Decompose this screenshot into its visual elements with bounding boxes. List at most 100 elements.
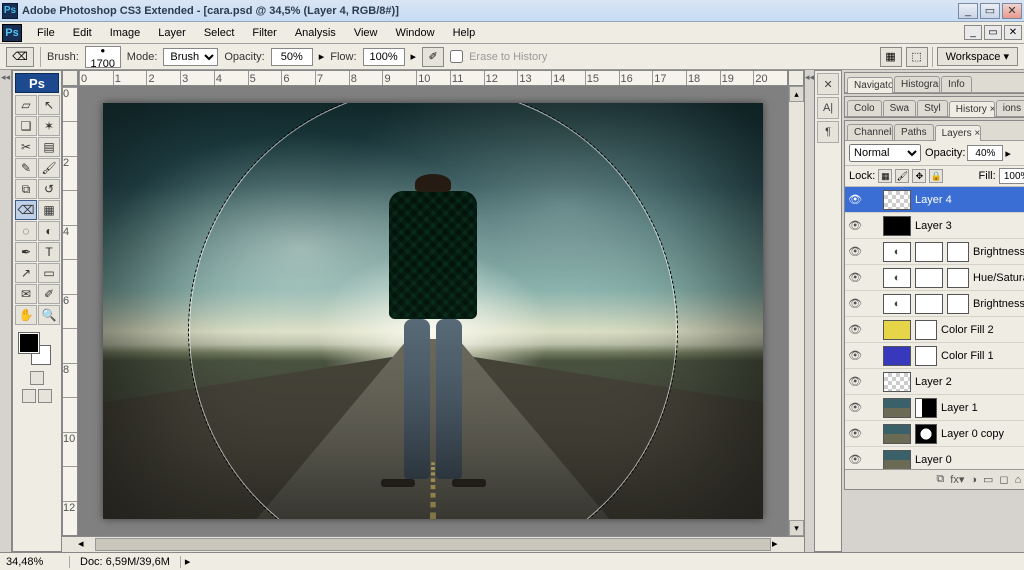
marquee-tool[interactable]: ↖ (38, 95, 60, 115)
quickselect-tool[interactable]: ✶ (38, 116, 60, 136)
screenmode-icon[interactable] (22, 389, 36, 403)
tab-actions[interactable]: ions (996, 100, 1024, 116)
status-menu-icon[interactable]: ▸ (181, 555, 195, 568)
layer-row[interactable]: 👁◐Hue/Saturati... (845, 265, 1024, 291)
menu-image[interactable]: Image (101, 24, 150, 42)
canvas-viewport[interactable] (78, 86, 788, 536)
layer-footer-icon[interactable]: ⧉ (936, 473, 944, 486)
ruler-origin[interactable] (62, 70, 78, 86)
doc-restore-button[interactable]: ▭ (984, 25, 1002, 40)
quickmask-icon[interactable] (30, 371, 44, 385)
visibility-icon[interactable]: 👁 (847, 270, 863, 286)
history-sideicon[interactable]: ✕ (817, 73, 839, 95)
layer-row[interactable]: 👁 Layer 2 (845, 369, 1024, 395)
lock-position-icon[interactable]: ✥ (912, 169, 926, 183)
erase-history-checkbox[interactable] (450, 50, 463, 63)
layer-row[interactable]: 👁 Color Fill 2 (845, 317, 1024, 343)
layer-footer-icon[interactable]: fx▾ (950, 473, 964, 486)
type-tool[interactable]: T (38, 242, 60, 262)
move-tool[interactable]: ▱ (15, 95, 37, 115)
layer-row[interactable]: 👁Color Fill 1 (845, 343, 1024, 369)
visibility-icon[interactable]: 👁 (847, 244, 863, 260)
eyedropper-tool[interactable]: ✐ (38, 284, 60, 304)
layer-footer-icon[interactable]: ◑ (970, 474, 977, 486)
brush-preset-picker[interactable]: • 1700 (85, 46, 121, 68)
tab-swatches[interactable]: Swa (883, 100, 916, 116)
paragraph-sideicon[interactable]: ¶ (817, 121, 839, 143)
screenmode2-icon[interactable] (38, 389, 52, 403)
visibility-icon[interactable]: 👁 (847, 348, 863, 364)
path-tool[interactable]: ↗ (15, 263, 37, 283)
layer-name[interactable]: Layer 4 (915, 194, 1024, 206)
visibility-icon[interactable]: 👁 (847, 452, 863, 468)
layer-row[interactable]: 👁 Layer 1 (845, 395, 1024, 421)
layer-name[interactable]: Layer 2 (915, 376, 1024, 388)
stamp-tool[interactable]: ⧉ (15, 179, 37, 199)
minimize-button[interactable]: _ (958, 3, 978, 19)
tab-layers[interactable]: Layers × (935, 125, 981, 141)
vertical-scrollbar[interactable]: ▴▾ (788, 86, 804, 536)
layer-footer-icon[interactable]: ▭ (983, 473, 993, 486)
menu-edit[interactable]: Edit (64, 24, 101, 42)
healing-tool[interactable]: ✎ (15, 158, 37, 178)
history-brush-tool[interactable]: ↺ (38, 179, 60, 199)
notes-tool[interactable]: ✉ (15, 284, 37, 304)
tool-grip[interactable]: ◂◂ (0, 70, 12, 552)
close-button[interactable]: ✕ (1002, 3, 1022, 19)
layer-footer-icon[interactable]: ◻ (999, 473, 1008, 486)
tab-paths[interactable]: Paths (894, 124, 934, 140)
zoom-level[interactable]: 34,48% (0, 556, 70, 568)
visibility-icon[interactable]: 👁 (847, 400, 863, 416)
menu-filter[interactable]: Filter (243, 24, 285, 42)
airbrush-icon[interactable]: ✐ (422, 47, 444, 67)
lock-transparency-icon[interactable]: ▦ (878, 169, 892, 183)
crop-tool[interactable]: ✂ (15, 137, 37, 157)
lock-pixels-icon[interactable]: 🖌 (895, 169, 909, 183)
zoom-tool[interactable]: 🔍 (38, 305, 60, 325)
layer-name[interactable]: Hue/Saturati... (973, 272, 1024, 284)
ps-icon[interactable]: Ps (2, 24, 22, 42)
current-tool-icon[interactable]: ⌫ (6, 47, 34, 67)
ruler-horizontal[interactable]: 01234567891011121314151617181920 (78, 70, 788, 86)
panel-grip[interactable]: ◂◂ (804, 70, 814, 552)
tab-channels[interactable]: Channels (847, 124, 893, 140)
hand-tool[interactable]: ✋ (15, 305, 37, 325)
menu-help[interactable]: Help (444, 24, 485, 42)
tab-styles[interactable]: Styl (917, 100, 948, 116)
layer-row[interactable]: 👁◐Brightness/C... (845, 239, 1024, 265)
dodge-tool[interactable]: ◐ (38, 221, 60, 241)
workspace-menu[interactable]: Workspace ▾ (937, 47, 1018, 66)
blend-mode-select[interactable]: Normal (849, 144, 921, 162)
menu-layer[interactable]: Layer (149, 24, 195, 42)
fill-input[interactable]: 100% (999, 168, 1024, 184)
tab-histogram[interactable]: Histogram (894, 76, 940, 92)
visibility-icon[interactable]: 👁 (847, 218, 863, 234)
menu-file[interactable]: File (28, 24, 64, 42)
doc-size[interactable]: Doc: 6,59M/39,6M (70, 556, 181, 568)
character-sideicon[interactable]: A| (817, 97, 839, 119)
doc-close-button[interactable]: ✕ (1004, 25, 1022, 40)
lock-all-icon[interactable]: 🔒 (929, 169, 943, 183)
layer-row[interactable]: 👁Layer 0 (845, 447, 1024, 469)
golive-icon[interactable]: ⬚ (906, 47, 928, 67)
tab-navigator[interactable]: Navigator × (847, 77, 893, 93)
ruler-vertical[interactable]: 024681012 (62, 86, 78, 536)
menu-analysis[interactable]: Analysis (286, 24, 345, 42)
blur-tool[interactable]: ◌ (15, 221, 37, 241)
slice-tool[interactable]: ▤ (38, 137, 60, 157)
layer-name[interactable]: Layer 1 (941, 402, 1024, 414)
eraser-tool[interactable]: ⌫ (15, 200, 37, 220)
brush-tool[interactable]: 🖌 (38, 158, 60, 178)
layer-row[interactable]: 👁 Layer 3 (845, 213, 1024, 239)
menu-select[interactable]: Select (195, 24, 244, 42)
layer-row[interactable]: 👁◐Brightness/C... (845, 291, 1024, 317)
menu-view[interactable]: View (345, 24, 387, 42)
layer-name[interactable]: Layer 0 copy (941, 428, 1024, 440)
tab-history[interactable]: History × (949, 101, 995, 117)
layer-opacity-input[interactable]: 40% (967, 145, 1003, 161)
layer-name[interactable]: Layer 3 (915, 220, 1024, 232)
visibility-icon[interactable]: 👁 (847, 322, 863, 338)
visibility-icon[interactable]: 👁 (847, 426, 863, 442)
layer-name[interactable]: Color Fill 2 (941, 324, 1024, 336)
visibility-icon[interactable]: 👁 (847, 374, 863, 390)
